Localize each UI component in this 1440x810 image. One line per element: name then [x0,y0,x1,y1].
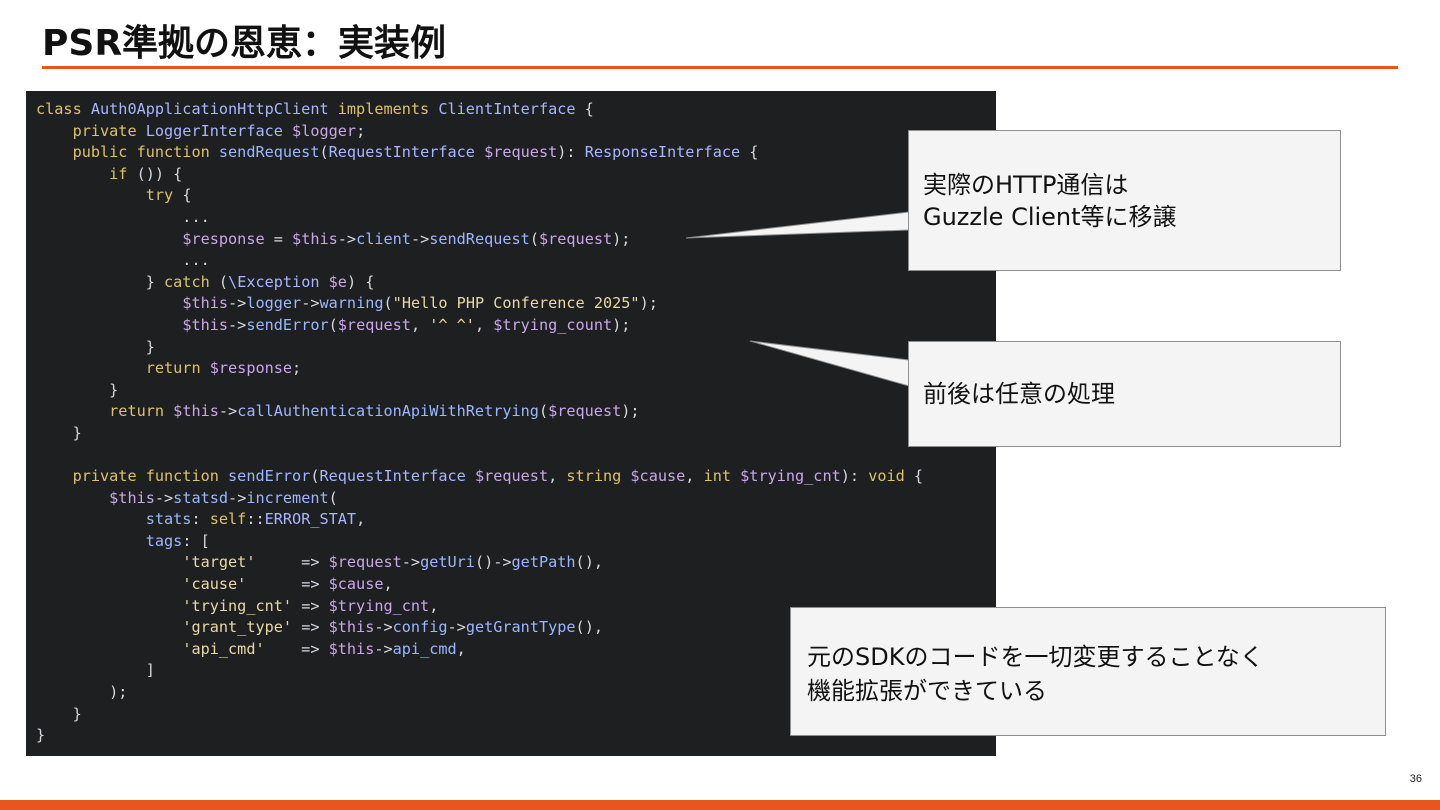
callout-http-line1: 実際のHTTP通信は [923,171,1129,199]
code-line: private LoggerInterface $logger; [72,121,366,140]
callout-sdk-line2: 機能拡張ができている [807,677,1047,705]
code-line: public function sendRequest(RequestInter… [72,143,759,162]
code-line: private function sendError(RequestInterf… [72,467,924,486]
callout-http-line2: Guzzle Client等に移譲 [923,203,1177,231]
callout-processing: 前後は任意の処理 [908,341,1341,447]
code-line: } [36,423,82,442]
code-line: $this->statsd->increment( [109,488,338,507]
code-line: if ()) { [109,164,183,183]
code-line: try { [145,186,192,205]
slide-title: PSR準拠の恩恵：実装例 [42,23,447,64]
callout-http-delegation: 実際のHTTP通信は Guzzle Client等に移譲 [908,130,1341,271]
code-line: tags: [ [145,531,210,550]
callout-sdk-extension: 元のSDKのコードを一切変更することなく 機能拡張ができている [790,607,1386,736]
title-underline [42,66,1398,69]
code-line: 'target' => $request->getUri()->getPath(… [182,553,603,572]
page-number: 36 [1409,773,1422,785]
code-line: } [36,380,119,399]
code-line: $response = $this->client->sendRequest($… [182,229,631,248]
code-line: 'cause' => $cause, [182,575,393,594]
code-line: $this->logger->warning("Hello PHP Confer… [182,294,658,313]
code-line: ... [36,207,210,226]
code-line: } catch (\Exception $e) { [36,272,375,291]
code-line: $this->sendError($request, '^ ^', $tryin… [182,315,631,334]
footer-accent-bar [0,800,1440,810]
code-line: } [36,337,155,356]
code-line: return $response; [145,359,302,378]
code-line: return $this->callAuthenticationApiWithR… [109,402,640,421]
callout-sdk-line1: 元のSDKのコードを一切変更することなく [807,643,1264,671]
callout-processing-text: 前後は任意の処理 [923,380,1115,408]
code-line: stats: self::ERROR_STAT, [145,510,366,529]
code-line: ... [36,251,210,270]
code-line: class Auth0ApplicationHttpClient impleme… [36,100,594,118]
